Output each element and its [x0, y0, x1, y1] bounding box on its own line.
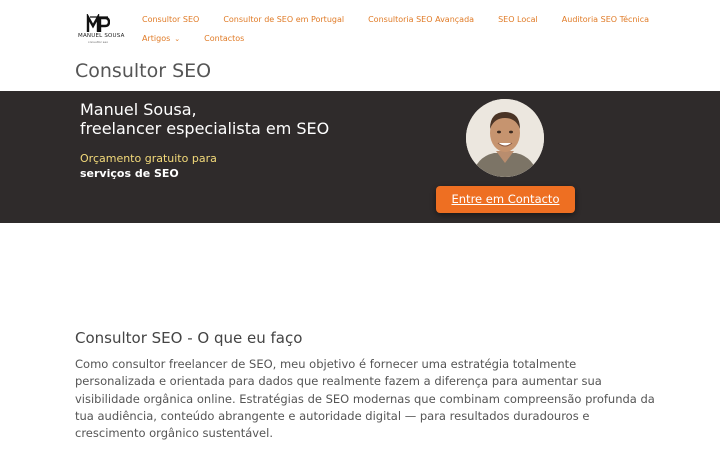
section-heading: Consultor SEO - O que eu faço	[75, 329, 303, 347]
nav-item-label: Artigos	[142, 33, 171, 43]
nav-item-consultoria-avancada[interactable]: Consultoria SEO Avançada	[368, 15, 474, 24]
nav-item-contactos[interactable]: Contactos	[204, 34, 244, 43]
nav-item-consultor-portugal[interactable]: Consultor de SEO em Portugal	[223, 15, 344, 24]
nav-item-auditoria-tecnica[interactable]: Auditoria SEO Técnica	[562, 15, 649, 24]
logo-monogram-icon	[86, 14, 110, 32]
avatar	[466, 99, 544, 177]
contact-cta-button[interactable]: Entre em Contacto	[436, 186, 575, 213]
portrait-image	[466, 99, 544, 177]
nav-row: Artigos ⌄ Contactos	[142, 31, 702, 45]
site-logo[interactable]: MANUEL SOUSA consultor seo	[78, 14, 125, 46]
hero-offer-line: Orçamento gratuito para	[80, 152, 217, 165]
site-header: MANUEL SOUSA consultor seo Consultor SEO…	[0, 0, 720, 56]
hero-heading-line: Manuel Sousa,	[80, 100, 197, 119]
hero-offer: Orçamento gratuito para serviços de SEO	[80, 151, 217, 181]
nav-item-seo-local[interactable]: SEO Local	[498, 15, 538, 24]
chevron-down-icon: ⌄	[174, 34, 181, 43]
section-paragraph: Como consultor freelancer de SEO, meu ob…	[75, 357, 655, 441]
hero-heading: Manuel Sousa, freelancer especialista em…	[80, 100, 329, 138]
main-nav: Consultor SEO Consultor de SEO em Portug…	[142, 12, 702, 50]
nav-item-artigos[interactable]: Artigos ⌄	[142, 34, 180, 43]
hero-heading-line: freelancer especialista em SEO	[80, 119, 330, 138]
logo-name: MANUEL SOUSA	[78, 33, 125, 39]
hero-banner: Manuel Sousa, freelancer especialista em…	[0, 91, 720, 223]
hero-offer-line: serviços de SEO	[80, 166, 217, 181]
nav-item-consultor-seo[interactable]: Consultor SEO	[142, 15, 199, 24]
logo-tagline: consultor seo	[87, 40, 109, 44]
page-title: Consultor SEO	[75, 60, 212, 82]
hero-offer-highlight: serviços de SEO	[80, 167, 179, 180]
nav-row: Consultor SEO Consultor de SEO em Portug…	[142, 12, 702, 26]
